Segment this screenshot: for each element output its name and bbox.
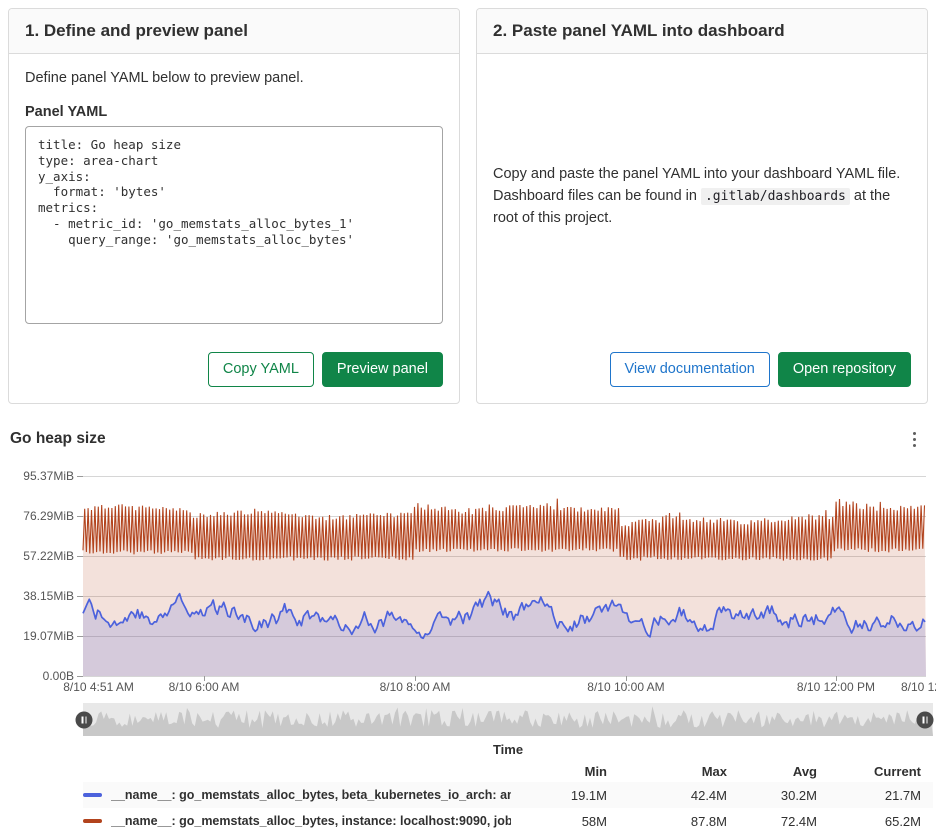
define-panel-card: 1. Define and preview panel Define panel… [8, 8, 460, 404]
series-stat-min: 58M [511, 814, 607, 829]
view-documentation-button[interactable]: View documentation [610, 352, 770, 387]
dashboards-path-code: .gitlab/dashboards [701, 188, 850, 205]
x-axis: 8/10 4:51 AM8/10 6:00 AM8/10 8:00 AM8/10… [83, 676, 926, 696]
panel-yaml-label: Panel YAML [25, 104, 443, 120]
define-panel-description: Define panel YAML below to preview panel… [25, 68, 443, 90]
series-stat-current: 21.7M [817, 788, 921, 803]
series-stat-avg: 30.2M [727, 788, 817, 803]
x-tick-label: 8/10 12:5 [901, 680, 936, 694]
copy-yaml-button[interactable]: Copy YAML [208, 352, 314, 387]
legend-column-header: Avg [727, 764, 817, 779]
panel-preview-page: 1. Define and preview panel Define panel… [0, 0, 936, 834]
series-stat-max: 87.8M [607, 814, 727, 829]
y-tick-label: 38.15MiB [8, 589, 74, 603]
y-axis: 95.37MiB76.29MiB57.22MiB38.15MiB19.07MiB… [8, 476, 78, 676]
chart-title-row: Go heap size [8, 430, 928, 452]
series-stat-max: 42.4M [607, 788, 727, 803]
legend-column-header: Min [511, 764, 607, 779]
x-tick-label: 8/10 4:51 AM [63, 680, 134, 694]
slider-handle-left[interactable] [76, 711, 93, 728]
cards-row: 1. Define and preview panel Define panel… [0, 0, 936, 404]
series-stat-current: 65.2M [817, 814, 921, 829]
slider-waveform [83, 703, 933, 736]
chart-panel: Go heap size 95.37MiB 76.29MiB 57.22MiB 38.… [0, 430, 936, 834]
series-swatch-icon [83, 819, 102, 823]
paste-yaml-card-header: 2. Paste panel YAML into dashboard [477, 9, 927, 54]
define-panel-card-footer: Copy YAML Preview panel [25, 352, 443, 387]
define-panel-card-header: 1. Define and preview panel [9, 9, 459, 54]
y-tick-label: 95.37MiB [8, 469, 74, 483]
series-stat-avg: 72.4M [727, 814, 817, 829]
paste-yaml-card: 2. Paste panel YAML into dashboard Copy … [476, 8, 928, 404]
series-name: __name__: go_memstats_alloc_bytes, insta… [111, 814, 511, 828]
legend-row[interactable]: __name__: go_memstats_alloc_bytes, beta_… [83, 782, 933, 808]
panel-yaml-input[interactable]: title: Go heap size type: area-chart y_a… [25, 126, 443, 324]
legend-column-header: Max [607, 764, 727, 779]
define-panel-card-title: 1. Define and preview panel [25, 21, 248, 40]
y-tick-label: 19.07MiB [8, 629, 74, 643]
time-range-slider[interactable] [83, 703, 933, 736]
chart-title: Go heap size [10, 430, 106, 448]
slider-handle-right[interactable] [917, 711, 934, 728]
legend-table: MinMaxAvgCurrent __name__: go_memstats_a… [83, 760, 933, 834]
preview-panel-button[interactable]: Preview panel [322, 352, 443, 387]
chart-area: 95.37MiB76.29MiB57.22MiB38.15MiB19.07MiB… [8, 476, 928, 696]
legend-column-header: Current [817, 764, 921, 779]
paste-yaml-card-body: Copy and paste the panel YAML into your … [477, 54, 927, 403]
series-swatch-icon [83, 793, 102, 797]
paste-yaml-card-footer: View documentation Open repository [493, 352, 911, 387]
chart-plot[interactable] [83, 476, 926, 676]
define-panel-card-body: Define panel YAML below to preview panel… [9, 54, 459, 403]
y-tick-label: 76.29MiB [8, 509, 74, 523]
x-tick-label: 8/10 10:00 AM [587, 680, 664, 694]
x-tick-label: 8/10 6:00 AM [169, 680, 240, 694]
chart-menu-kebab-icon[interactable] [905, 430, 924, 449]
paste-yaml-description: Copy and paste the panel YAML into your … [493, 164, 911, 229]
open-repository-button[interactable]: Open repository [778, 352, 911, 387]
series-stat-min: 19.1M [511, 788, 607, 803]
area-chart-svg [83, 476, 926, 676]
legend-row[interactable]: __name__: go_memstats_alloc_bytes, insta… [83, 808, 933, 834]
series-name: __name__: go_memstats_alloc_bytes, beta_… [111, 788, 511, 802]
legend-header-row: MinMaxAvgCurrent [83, 760, 933, 782]
x-tick-label: 8/10 8:00 AM [380, 680, 451, 694]
y-tick-label: 57.22MiB [8, 549, 74, 563]
x-tick-label: 8/10 12:00 PM [797, 680, 875, 694]
paste-yaml-card-title: 2. Paste panel YAML into dashboard [493, 21, 785, 40]
x-axis-title: Time [83, 742, 933, 757]
